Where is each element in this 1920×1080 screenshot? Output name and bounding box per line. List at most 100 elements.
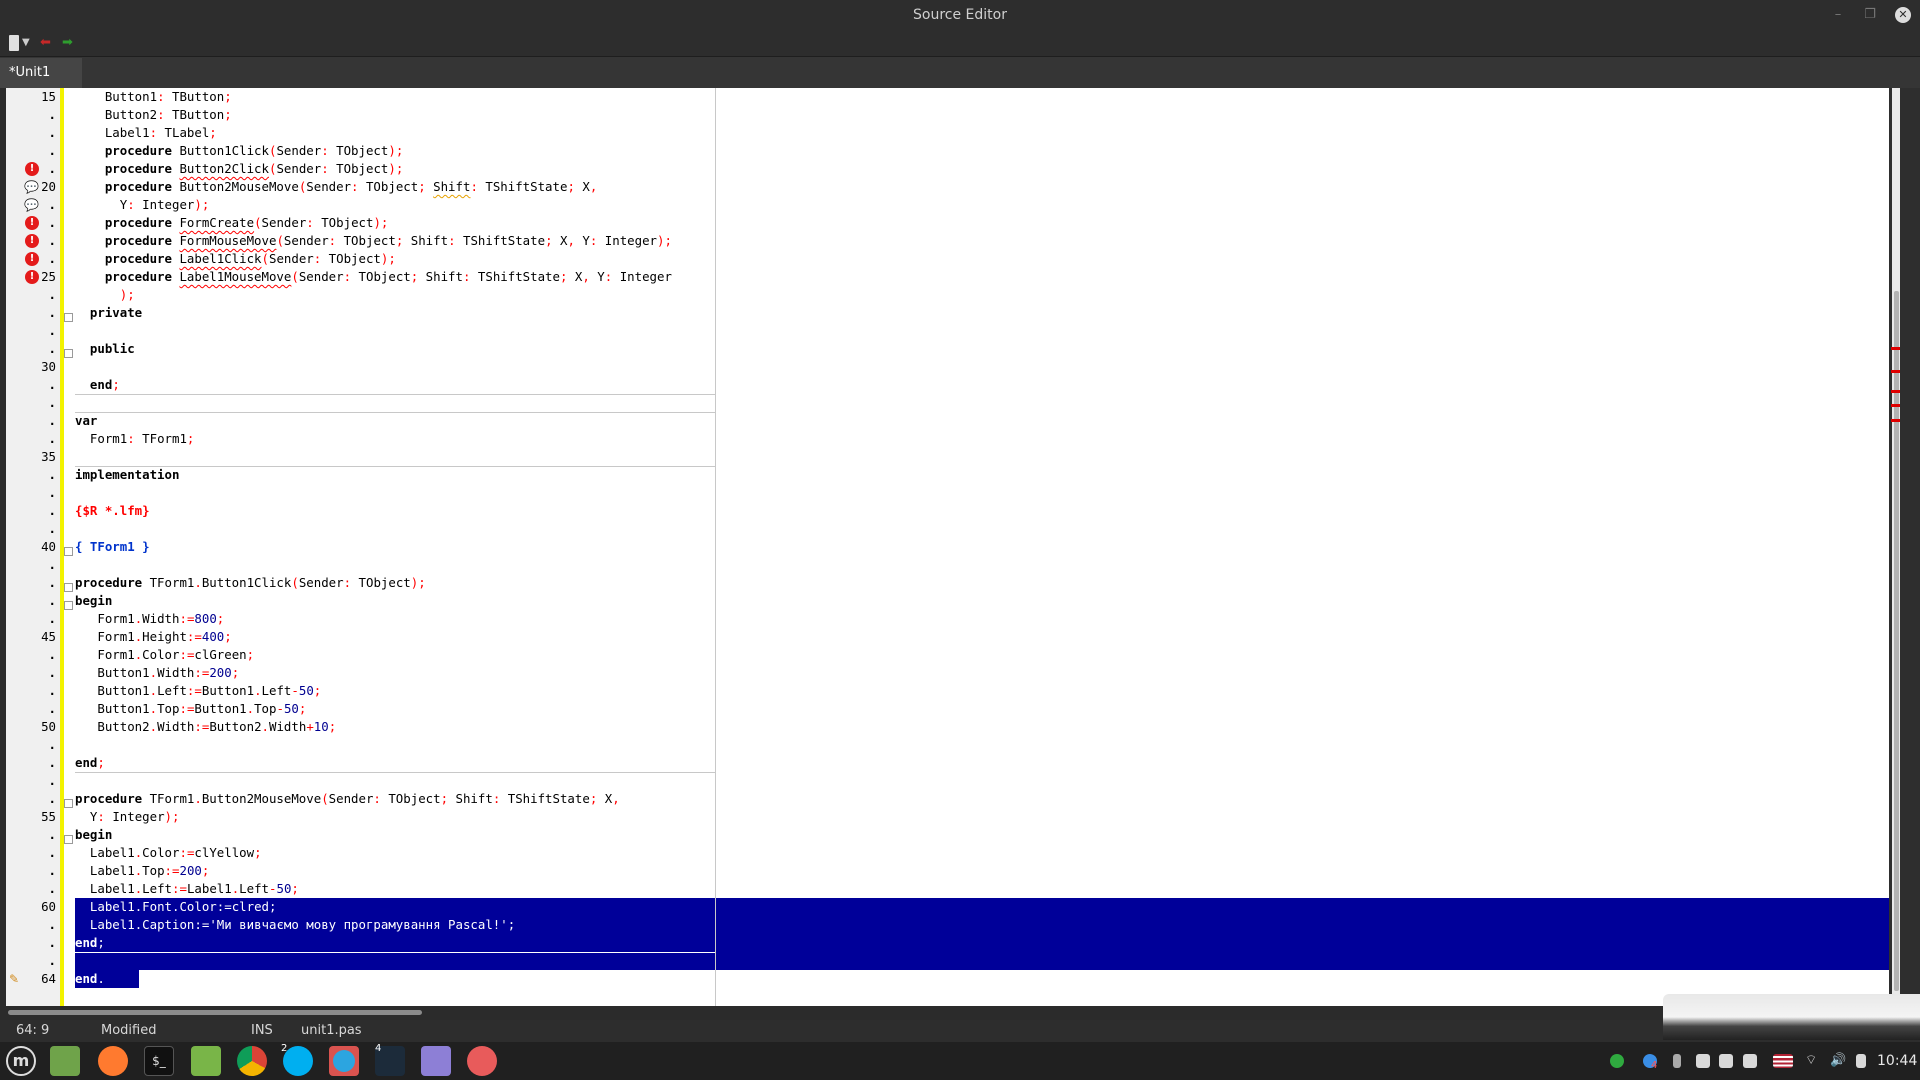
volume-icon[interactable]: 🔊 [1830, 1054, 1846, 1068]
code-line[interactable]: Form1: TForm1; [75, 430, 1889, 448]
code-line[interactable]: procedure Button2Click(Sender: TObject); [75, 160, 1889, 178]
chrome-icon[interactable] [237, 1046, 267, 1076]
chevron-down-icon[interactable]: ▼ [22, 35, 30, 51]
code-line[interactable]: Label1.Font.Color:=clred; [75, 898, 1889, 916]
code-line[interactable]: var [75, 412, 1889, 430]
fold-marker[interactable] [64, 601, 73, 610]
error-icon[interactable]: ! [25, 252, 39, 266]
hint-icon[interactable]: 💬 [24, 198, 39, 212]
code-line[interactable] [75, 520, 1889, 538]
maximize-icon[interactable]: ❐ [1862, 7, 1878, 23]
code-line[interactable]: Y: Integer); [75, 196, 1889, 214]
code-line[interactable]: end. [75, 970, 1889, 988]
code-line[interactable] [75, 484, 1889, 502]
code-line[interactable] [75, 322, 1889, 340]
code-line[interactable]: Label1.Color:=clYellow; [75, 844, 1889, 862]
code-line[interactable]: Button2: TButton; [75, 106, 1889, 124]
code-line[interactable]: procedure FormCreate(Sender: TObject); [75, 214, 1889, 232]
fold-marker[interactable] [64, 349, 73, 358]
code-line[interactable]: Form1.Width:=800; [75, 610, 1889, 628]
scroll-thumb[interactable] [1894, 291, 1899, 991]
clipboard-icon[interactable] [1696, 1054, 1710, 1068]
error-mark[interactable] [1891, 419, 1900, 422]
folder-icon[interactable] [191, 1046, 221, 1076]
code-line[interactable]: { TForm1 } [75, 538, 1889, 556]
code-line[interactable]: Form1.Height:=400; [75, 628, 1889, 646]
code-line[interactable]: Label1.Left:=Label1.Left-50; [75, 880, 1889, 898]
minimize-icon[interactable]: – [1830, 7, 1846, 23]
fold-marker[interactable] [64, 799, 73, 808]
forward-arrow-icon[interactable]: ➡ [62, 35, 73, 51]
bluetooth-icon[interactable] [1673, 1054, 1681, 1068]
code-line[interactable]: procedure Button2MouseMove(Sender: TObje… [75, 178, 1889, 196]
text-editor-icon[interactable] [421, 1046, 451, 1076]
code-line[interactable]: Button1.Left:=Button1.Left-50; [75, 682, 1889, 700]
code-line[interactable] [75, 772, 1889, 790]
battery-icon[interactable] [1856, 1054, 1866, 1068]
code-line[interactable] [75, 358, 1889, 376]
reader-icon[interactable] [467, 1046, 497, 1076]
telegram-icon[interactable] [329, 1046, 359, 1076]
skype-icon[interactable]: 2 [281, 1043, 313, 1076]
wifi-icon[interactable]: ⌔ [1805, 1054, 1819, 1068]
fold-marker[interactable] [64, 583, 73, 592]
code-line[interactable] [75, 394, 1889, 412]
error-icon[interactable]: ! [25, 216, 39, 230]
files-icon[interactable] [50, 1046, 80, 1076]
code-line[interactable]: procedure Label1Click(Sender: TObject); [75, 250, 1889, 268]
notes-icon[interactable] [1743, 1054, 1757, 1068]
firefox-icon[interactable] [98, 1046, 128, 1076]
back-arrow-icon[interactable]: ⬅ [40, 35, 51, 51]
code-line[interactable]: procedure FormMouseMove(Sender: TObject;… [75, 232, 1889, 250]
terminal-icon[interactable]: $_ [144, 1046, 174, 1076]
code-line[interactable]: end; [75, 376, 1889, 394]
code-line[interactable]: Button1: TButton; [75, 88, 1889, 106]
code-line[interactable]: procedure Button1Click(Sender: TObject); [75, 142, 1889, 160]
error-mark[interactable] [1891, 404, 1900, 407]
code-line[interactable]: procedure TForm1.Button1Click(Sender: TO… [75, 574, 1889, 592]
fold-marker[interactable] [64, 313, 73, 322]
document-icon[interactable] [9, 35, 19, 51]
code-line[interactable]: Form1.Color:=clGreen; [75, 646, 1889, 664]
code-line[interactable]: ); [75, 286, 1889, 304]
error-icon[interactable]: ! [25, 162, 39, 176]
paw-app-icon[interactable]: 4 [375, 1043, 405, 1076]
code-line[interactable] [75, 448, 1889, 466]
code-line[interactable]: end; [75, 754, 1889, 772]
us-flag-icon[interactable] [1773, 1054, 1793, 1068]
code-line[interactable]: {$R *.lfm} [75, 502, 1889, 520]
code-line[interactable]: procedure Label1MouseMove(Sender: TObjec… [75, 268, 1889, 286]
code-line[interactable]: Button1.Width:=200; [75, 664, 1889, 682]
code-line[interactable]: procedure TForm1.Button2MouseMove(Sender… [75, 790, 1889, 808]
code-line[interactable]: public [75, 340, 1889, 358]
code-line[interactable]: private [75, 304, 1889, 322]
code-line[interactable] [75, 736, 1889, 754]
mint-menu-icon[interactable]: m [6, 1046, 36, 1076]
chrome-tray-icon[interactable]: 4 [1643, 1054, 1657, 1071]
code-line[interactable]: Button1.Top:=Button1.Top-50; [75, 700, 1889, 718]
tab-unit1[interactable]: *Unit1 [0, 58, 82, 88]
code-line[interactable]: begin [75, 826, 1889, 844]
code-line[interactable]: Label1.Caption:='Ми вивчаємо мову програ… [75, 916, 1889, 934]
error-mark[interactable] [1891, 370, 1900, 373]
code-line[interactable]: begin [75, 592, 1889, 610]
code-area[interactable]: Button1: TButton; Button2: TButton; Labe… [75, 88, 1889, 1006]
error-mark[interactable] [1891, 390, 1900, 393]
error-icon[interactable]: ! [25, 270, 39, 284]
edit-icon[interactable]: ✎ [9, 972, 23, 986]
update-icon[interactable] [1610, 1054, 1624, 1068]
horizontal-scroll-thumb[interactable] [8, 1010, 422, 1015]
fold-marker[interactable] [64, 835, 73, 844]
close-icon[interactable]: ✕ [1895, 7, 1911, 23]
code-line[interactable]: implementation [75, 466, 1889, 484]
source-editor[interactable]: 15.... 20.... 25.... 30.... 35.... 40.... 45..… [0, 88, 1920, 1006]
code-line[interactable] [75, 556, 1889, 574]
code-line[interactable]: Label1: TLabel; [75, 124, 1889, 142]
code-line[interactable]: Button2.Width:=Button2.Width+10; [75, 718, 1889, 736]
fold-marker[interactable] [64, 547, 73, 556]
code-line[interactable] [75, 952, 1889, 970]
horizontal-scrollbar[interactable] [0, 1006, 1920, 1020]
code-line[interactable]: Label1.Top:=200; [75, 862, 1889, 880]
error-icon[interactable]: ! [25, 234, 39, 248]
code-line[interactable]: end; [75, 934, 1889, 952]
